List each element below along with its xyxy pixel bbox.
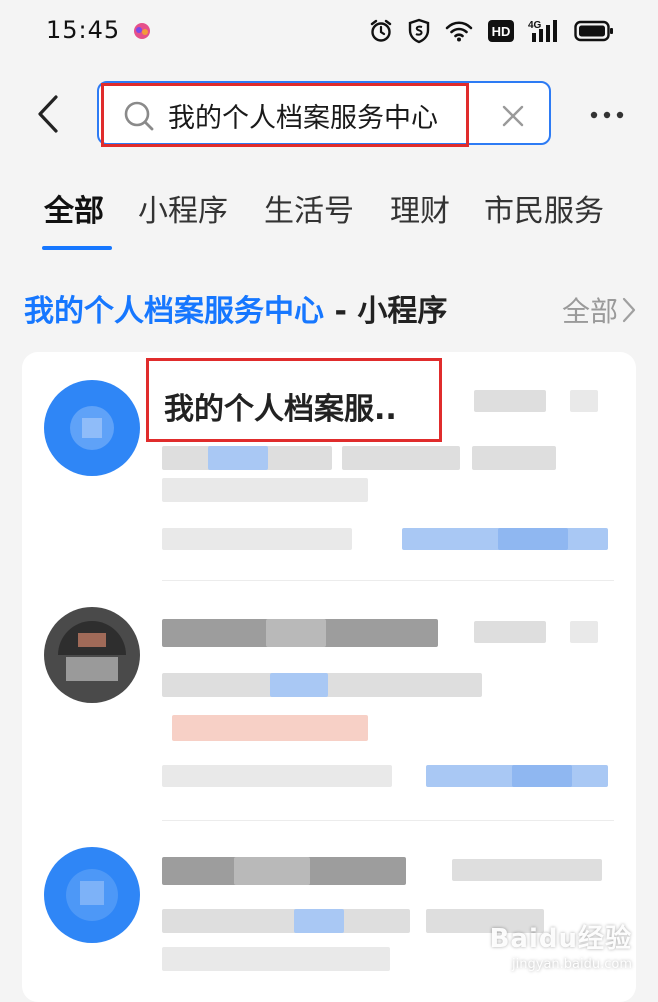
back-button[interactable]	[28, 92, 68, 136]
clear-search-button[interactable]	[497, 100, 529, 132]
category-tabs: 全部 小程序 生活号 理财 市民服务	[0, 178, 658, 252]
chevron-left-icon	[38, 95, 58, 133]
redacted-description	[472, 446, 556, 470]
redacted-meta	[452, 859, 602, 881]
result-item[interactable]: 我的个人档案服..	[22, 352, 636, 580]
redacted-description	[162, 478, 368, 502]
section-title: 我的个人档案服务中心 - 小程序	[24, 286, 447, 330]
redacted-meta	[474, 390, 546, 412]
redacted-meta	[570, 390, 598, 412]
result-item[interactable]	[22, 821, 636, 1002]
tab-all[interactable]: 全部	[44, 186, 104, 230]
chevron-right-icon	[622, 297, 636, 323]
redacted-meta	[162, 765, 392, 787]
redacted-tag	[172, 715, 368, 741]
search-query-text[interactable]: 我的个人档案服务中心	[168, 96, 438, 135]
redacted-title	[266, 619, 326, 647]
close-icon	[502, 105, 524, 127]
avatar-center-shape	[80, 881, 104, 905]
result-avatar	[44, 847, 140, 943]
redacted-meta	[570, 621, 598, 643]
redacted-meta	[162, 528, 352, 550]
hd-label: HD	[492, 24, 511, 39]
tab-finance[interactable]: 理财	[390, 186, 450, 230]
hd-icon: HD	[488, 20, 514, 42]
avatar-center-shape	[82, 418, 102, 438]
result-item[interactable]	[22, 581, 636, 819]
redacted-description-highlight	[294, 909, 344, 933]
search-header: 我的个人档案服务中心	[0, 64, 658, 164]
wifi-icon	[444, 19, 474, 43]
redacted-meta	[474, 621, 546, 643]
redacted-link	[512, 765, 572, 787]
section-title-type: - 小程序	[324, 294, 448, 329]
active-tab-indicator	[42, 246, 112, 250]
shield-icon	[408, 18, 430, 44]
alarm-icon	[368, 18, 394, 44]
more-dots-icon	[590, 111, 624, 119]
result-title-highlight-box	[146, 358, 442, 442]
status-bar: 15:45 HD 4G	[0, 0, 658, 64]
more-options-button[interactable]	[584, 100, 630, 130]
redacted-description-highlight	[270, 673, 328, 697]
redacted-description	[162, 947, 390, 971]
status-time: 15:45	[46, 16, 121, 44]
redacted-description-highlight	[208, 446, 268, 470]
tab-life-accounts[interactable]: 生活号	[264, 186, 354, 230]
app-notification-icon	[132, 21, 152, 41]
result-avatar	[44, 380, 140, 476]
redacted-description	[162, 909, 410, 933]
results-card: 我的个人档案服..	[22, 352, 636, 1002]
redacted-description	[342, 446, 460, 470]
redacted-link	[498, 528, 568, 550]
redacted-title	[234, 857, 310, 885]
avatar-bottom-shape	[66, 657, 118, 681]
section-title-query: 我的个人档案服务中心	[24, 294, 324, 329]
redacted-description	[426, 909, 544, 933]
cellular-signal-icon: 4G	[528, 18, 560, 44]
section-view-all-link[interactable]: 全部	[562, 290, 636, 330]
avatar-mid-shape	[78, 633, 106, 647]
result-avatar	[44, 607, 140, 703]
battery-icon	[574, 20, 614, 42]
search-icon	[122, 99, 156, 133]
tab-mini-programs[interactable]: 小程序	[138, 186, 228, 230]
tab-citizen-services[interactable]: 市民服务	[484, 186, 604, 230]
view-all-label: 全部	[561, 295, 618, 328]
